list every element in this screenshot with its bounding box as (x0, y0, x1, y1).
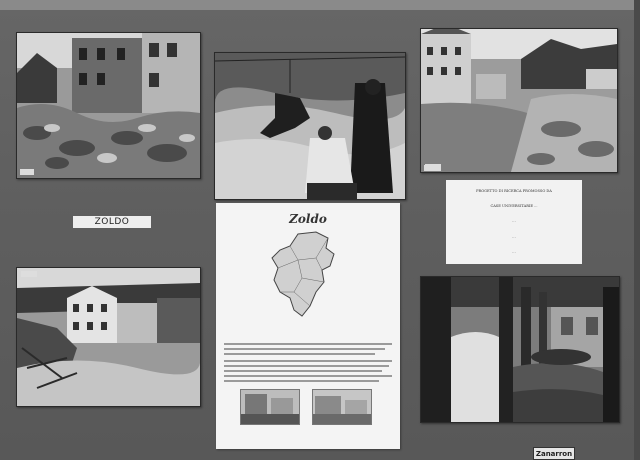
notice-card: PROGETTO DI RICERCA PROMOSSO DA CASE UNI… (446, 180, 582, 264)
photo-cable-rescue (214, 52, 406, 200)
mini-photo-left (240, 389, 300, 425)
zoldo-map (271, 231, 335, 317)
notice-line: ... (512, 219, 516, 224)
photo-flooded-houses (16, 267, 201, 407)
photo-village-debris (420, 28, 618, 173)
notice-line: CASE UNIVERSITARIE ... (490, 204, 538, 209)
notice-line: ... (512, 234, 516, 239)
region-label: ZOLDO (73, 216, 151, 228)
mini-photo-right (312, 389, 372, 425)
notice-line: PROGETTO DI RICERCA PROMOSSO DA (476, 189, 552, 194)
info-panel-body (224, 343, 392, 385)
photo-caption-tab (424, 165, 438, 171)
photo-ruined-buildings (16, 32, 201, 179)
board-top-frame (0, 0, 640, 10)
photo-caption-tab (20, 169, 34, 175)
info-panel-title: Zoldo (289, 212, 327, 226)
sponsor-sign: Zanarron (533, 447, 575, 460)
board-right-frame (634, 0, 640, 460)
notice-line: ... (512, 249, 516, 254)
photo-arcade-flood (420, 276, 620, 423)
info-panel: Zoldo (216, 203, 400, 449)
